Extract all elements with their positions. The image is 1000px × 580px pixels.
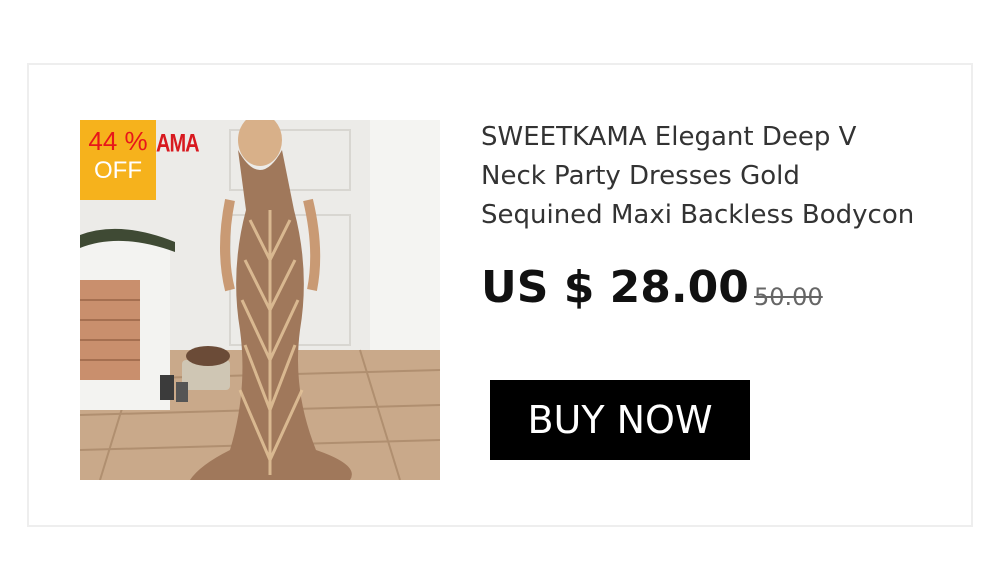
sale-price: US $ 28.00 — [481, 262, 749, 313]
discount-percent: 44 % — [88, 126, 148, 156]
discount-badge: 44 % OFF — [80, 120, 156, 200]
brand-logo: AMA — [156, 130, 200, 158]
original-price: 50.00 — [754, 283, 823, 311]
product-title[interactable]: SWEETKAMA Elegant Deep V Neck Party Dres… — [481, 118, 951, 235]
buy-now-button[interactable]: BUY NOW — [490, 380, 750, 460]
discount-off-label: OFF — [94, 157, 142, 184]
